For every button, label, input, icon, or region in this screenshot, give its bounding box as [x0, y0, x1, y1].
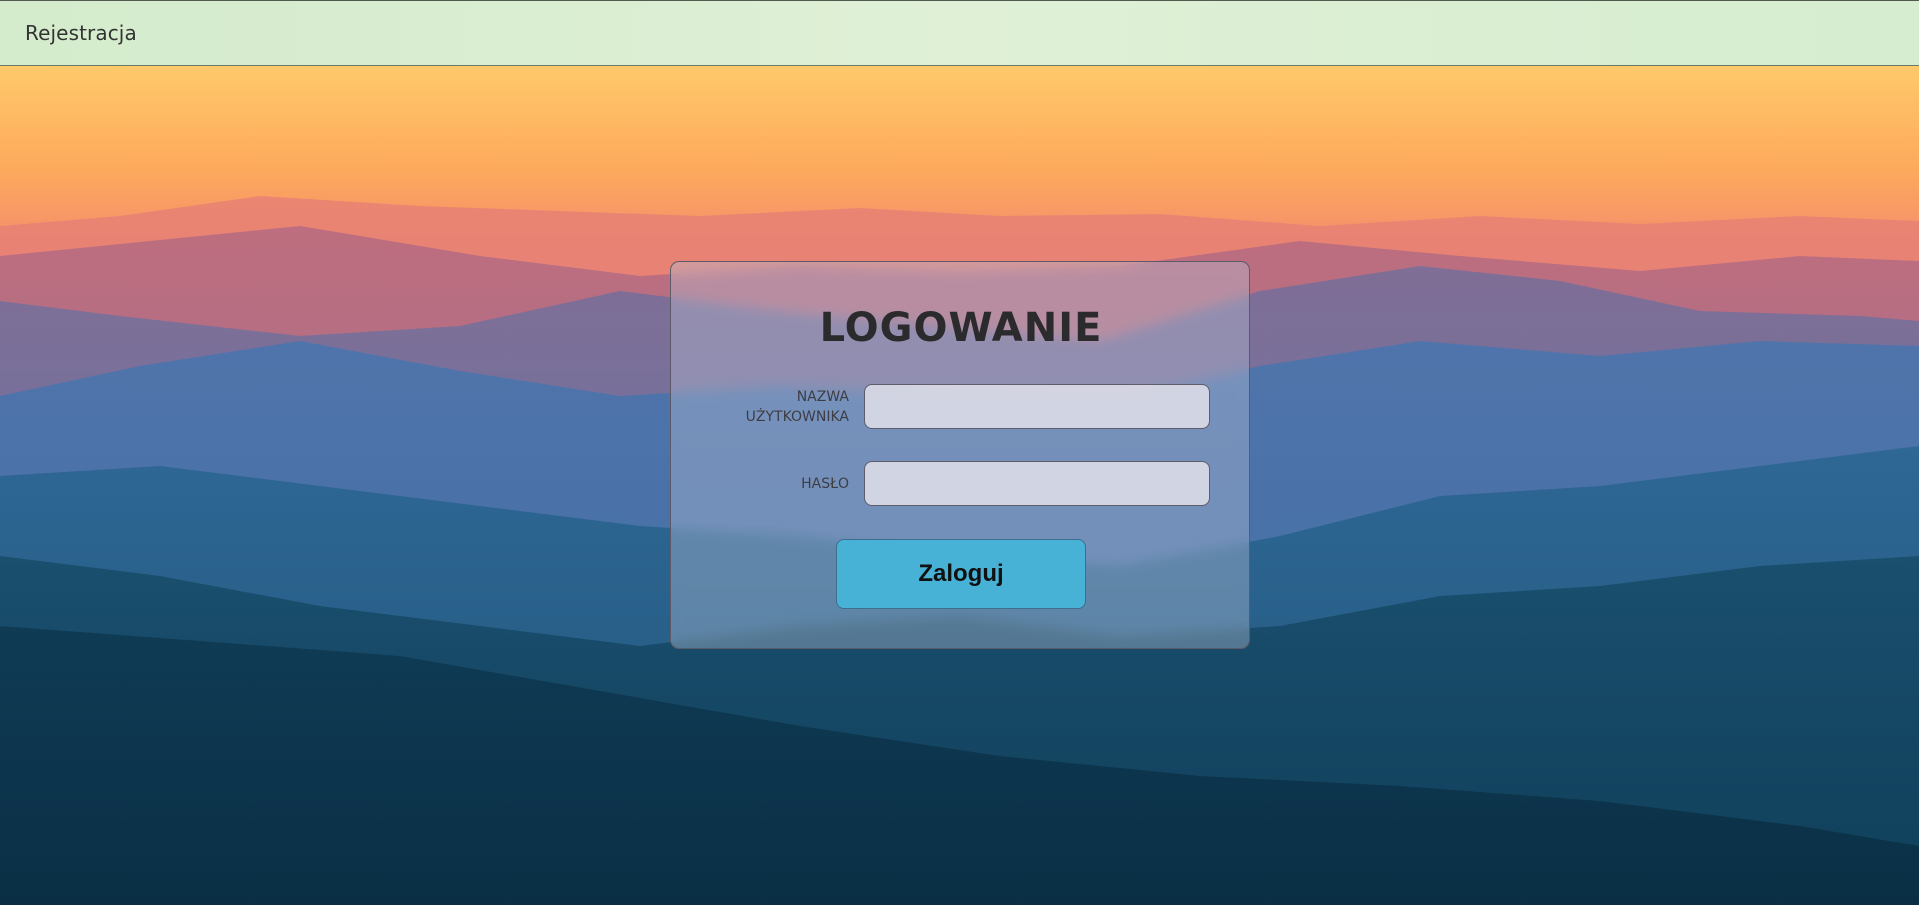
register-link[interactable]: Rejestracja: [25, 21, 137, 45]
login-page: Rejestracja LOGOWANIE NAZWA UŻYTKOWNIKA …: [0, 0, 1919, 905]
top-navbar: Rejestracja: [0, 0, 1919, 66]
username-label: NAZWA UŻYTKOWNIKA: [745, 389, 849, 425]
password-input[interactable]: [864, 461, 1210, 506]
login-card: LOGOWANIE NAZWA UŻYTKOWNIKA HASŁO Zalogu…: [670, 261, 1250, 649]
login-button[interactable]: Zaloguj: [836, 539, 1086, 609]
password-label: HASŁO: [801, 476, 849, 492]
login-title: LOGOWANIE: [819, 305, 1103, 351]
username-input[interactable]: [864, 384, 1210, 429]
